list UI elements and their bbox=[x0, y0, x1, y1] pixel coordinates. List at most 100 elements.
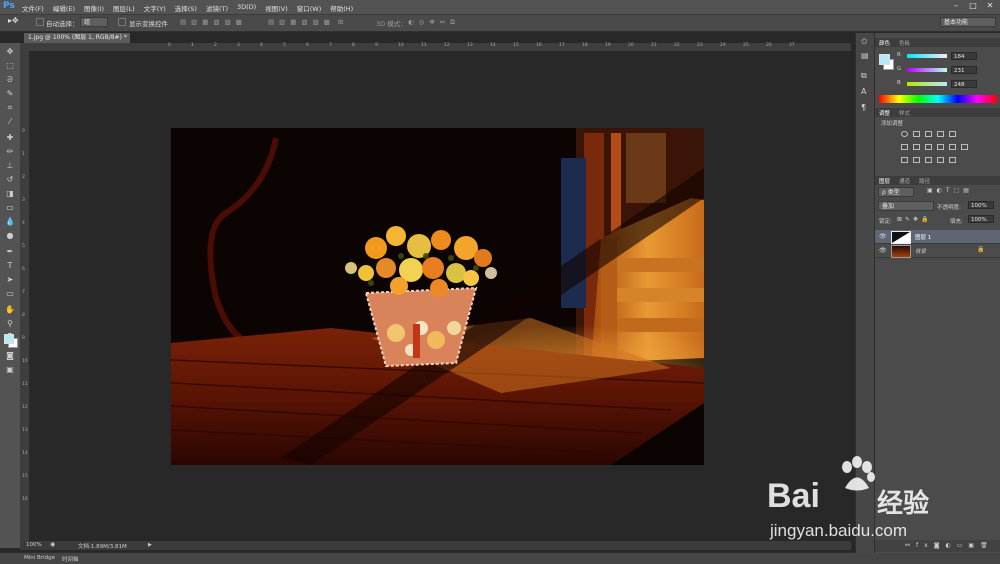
menu-help[interactable]: 帮助(H) bbox=[330, 3, 353, 13]
tab-layers[interactable]: 图层 bbox=[879, 177, 890, 185]
brush-tool-icon[interactable]: ✏ bbox=[4, 147, 16, 157]
move-tool-icon[interactable]: ✥ bbox=[4, 47, 16, 57]
tab-color[interactable]: 颜色 bbox=[879, 39, 890, 47]
tab-channels[interactable]: 通道 bbox=[899, 177, 910, 185]
layer-row-background[interactable]: 👁 背景 🔒 bbox=[875, 244, 1000, 258]
clone-stamp-tool-icon[interactable]: ⊥ bbox=[4, 161, 16, 171]
hue-saturation-icon[interactable] bbox=[901, 144, 908, 150]
dodge-tool-icon[interactable]: ● bbox=[4, 231, 16, 241]
eyedropper-tool-icon[interactable]: ⁄ bbox=[4, 117, 16, 127]
status-arrow-icon[interactable]: ▶ bbox=[148, 542, 152, 548]
properties-panel-icon[interactable]: ▤ bbox=[861, 51, 869, 60]
layer-filter-dropdown[interactable]: ρ 类型 bbox=[878, 187, 914, 197]
menu-filter[interactable]: 滤镜(T) bbox=[206, 3, 228, 13]
menu-file[interactable]: 文件(F) bbox=[22, 3, 44, 13]
layer-filter-icons[interactable]: ▣◐T⬚▤ bbox=[927, 187, 973, 194]
auto-select-dropdown[interactable]: 组 bbox=[80, 17, 108, 27]
menu-layer[interactable]: 图层(L) bbox=[113, 3, 135, 13]
history-panel-icon[interactable]: ⏲ bbox=[861, 37, 867, 47]
menu-type[interactable]: 文字(Y) bbox=[144, 3, 166, 13]
foreground-color-swatch[interactable] bbox=[4, 334, 14, 344]
3d-mode-icons[interactable]: ◐◎✥⇔⧉ bbox=[408, 18, 460, 27]
auto-align-icon[interactable]: ⊞ bbox=[338, 18, 343, 26]
channels-panel-icon[interactable]: ⧉ bbox=[861, 71, 867, 81]
brightness-icon[interactable] bbox=[901, 131, 908, 137]
maximize-icon[interactable]: □ bbox=[967, 0, 979, 12]
paragraph-panel-icon[interactable]: ¶ bbox=[861, 103, 866, 112]
channel-b-value[interactable]: 248 bbox=[951, 80, 977, 88]
photo-filter-icon[interactable] bbox=[937, 144, 944, 150]
align-icons[interactable]: ▤▥▦▧▨▩ bbox=[180, 18, 247, 26]
type-tool-icon[interactable]: T bbox=[4, 261, 16, 271]
quick-mask-icon[interactable]: ◙ bbox=[4, 351, 16, 361]
menu-3d[interactable]: 3D(D) bbox=[237, 3, 256, 13]
tab-paths[interactable]: 路径 bbox=[919, 177, 930, 185]
crop-tool-icon[interactable]: ⌗ bbox=[4, 103, 16, 113]
pen-tool-icon[interactable]: ✒ bbox=[4, 247, 16, 257]
timeline-tab[interactable]: 时间轴 bbox=[62, 555, 79, 563]
history-brush-tool-icon[interactable]: ↺ bbox=[4, 175, 16, 185]
menu-select[interactable]: 选择(S) bbox=[175, 3, 197, 13]
channel-g-value[interactable]: 231 bbox=[951, 66, 977, 74]
menu-window[interactable]: 窗口(W) bbox=[297, 3, 322, 13]
menu-view[interactable]: 视图(V) bbox=[265, 3, 288, 13]
close-icon[interactable]: ✕ bbox=[984, 0, 996, 12]
visibility-eye-icon[interactable]: 👁 bbox=[879, 233, 887, 240]
tab-adjustments[interactable]: 调整 bbox=[879, 109, 890, 117]
color-fg-swatch[interactable] bbox=[879, 54, 890, 65]
blur-tool-icon[interactable]: 💧 bbox=[4, 217, 16, 227]
tab-styles[interactable]: 样式 bbox=[899, 109, 910, 117]
document-tab[interactable]: 1.jpg @ 100% (图层 1, RGB/8#) * bbox=[24, 33, 130, 43]
channel-b-slider[interactable] bbox=[907, 82, 947, 86]
lock-icons[interactable]: ⊠✎✥🔒 bbox=[897, 216, 932, 223]
channel-r-value[interactable]: 184 bbox=[951, 52, 977, 60]
opacity-value[interactable]: 100% bbox=[968, 201, 994, 209]
channel-r-slider[interactable] bbox=[907, 54, 947, 58]
path-select-tool-icon[interactable]: ➤ bbox=[4, 275, 16, 285]
vibrance-icon[interactable] bbox=[949, 131, 956, 137]
levels-icon[interactable] bbox=[913, 131, 920, 137]
workspace-dropdown[interactable]: 基本功能 bbox=[940, 17, 996, 27]
selective-color-icon[interactable] bbox=[949, 157, 956, 163]
layer-row-layer1[interactable]: 👁 图层 1 bbox=[875, 230, 1000, 244]
menu-image[interactable]: 图像(I) bbox=[84, 3, 104, 13]
zoom-tool-icon[interactable]: ⚲ bbox=[4, 319, 16, 329]
minimize-icon[interactable]: – bbox=[950, 0, 962, 12]
quick-select-tool-icon[interactable]: ✎ bbox=[4, 89, 16, 99]
color-lookup-icon[interactable] bbox=[961, 144, 968, 150]
eraser-tool-icon[interactable]: ◨ bbox=[4, 189, 16, 199]
auto-select-checkbox[interactable] bbox=[36, 18, 44, 26]
channel-mixer-icon[interactable] bbox=[949, 144, 956, 150]
screen-mode-icon[interactable]: ▣ bbox=[4, 365, 16, 375]
show-transform-checkbox[interactable] bbox=[118, 18, 126, 26]
zoom-level[interactable]: 100% bbox=[26, 542, 42, 548]
distribute-icons[interactable]: ▤▥▦▧▨▩ bbox=[268, 18, 335, 26]
status-options-icon[interactable]: ◉ bbox=[50, 541, 55, 548]
healing-tool-icon[interactable]: ✚ bbox=[4, 133, 16, 143]
shape-tool-icon[interactable]: ▭ bbox=[4, 289, 16, 299]
fill-value[interactable]: 100% bbox=[968, 215, 994, 223]
color-balance-icon[interactable] bbox=[913, 144, 920, 150]
move-tool-icon[interactable]: ▸✥ bbox=[8, 16, 19, 25]
mini-bridge-tab[interactable]: Mini Bridge bbox=[24, 555, 55, 561]
marquee-tool-icon[interactable]: ⬚ bbox=[4, 61, 16, 71]
document-image[interactable] bbox=[171, 128, 704, 465]
invert-icon[interactable] bbox=[901, 157, 908, 163]
gradient-map-icon[interactable] bbox=[937, 157, 944, 163]
lasso-tool-icon[interactable]: ᘐ bbox=[4, 75, 16, 85]
channel-g-slider[interactable] bbox=[907, 68, 947, 72]
menu-edit[interactable]: 编辑(E) bbox=[53, 3, 75, 13]
hand-tool-icon[interactable]: ✋ bbox=[4, 305, 16, 315]
character-panel-icon[interactable]: A bbox=[861, 87, 866, 96]
threshold-icon[interactable] bbox=[925, 157, 932, 163]
curves-icon[interactable] bbox=[925, 131, 932, 137]
tab-swatches[interactable]: 色板 bbox=[899, 39, 910, 47]
posterize-icon[interactable] bbox=[913, 157, 920, 163]
doc-size-info: 文档:1.89M/3.81M bbox=[78, 544, 127, 550]
exposure-icon[interactable] bbox=[937, 131, 944, 137]
color-spectrum-bar[interactable] bbox=[879, 95, 997, 103]
gradient-tool-icon[interactable]: ▭ bbox=[4, 203, 16, 213]
visibility-eye-icon[interactable]: 👁 bbox=[879, 247, 887, 254]
blend-mode-dropdown[interactable]: 叠加 bbox=[878, 201, 934, 211]
black-white-icon[interactable] bbox=[925, 144, 932, 150]
